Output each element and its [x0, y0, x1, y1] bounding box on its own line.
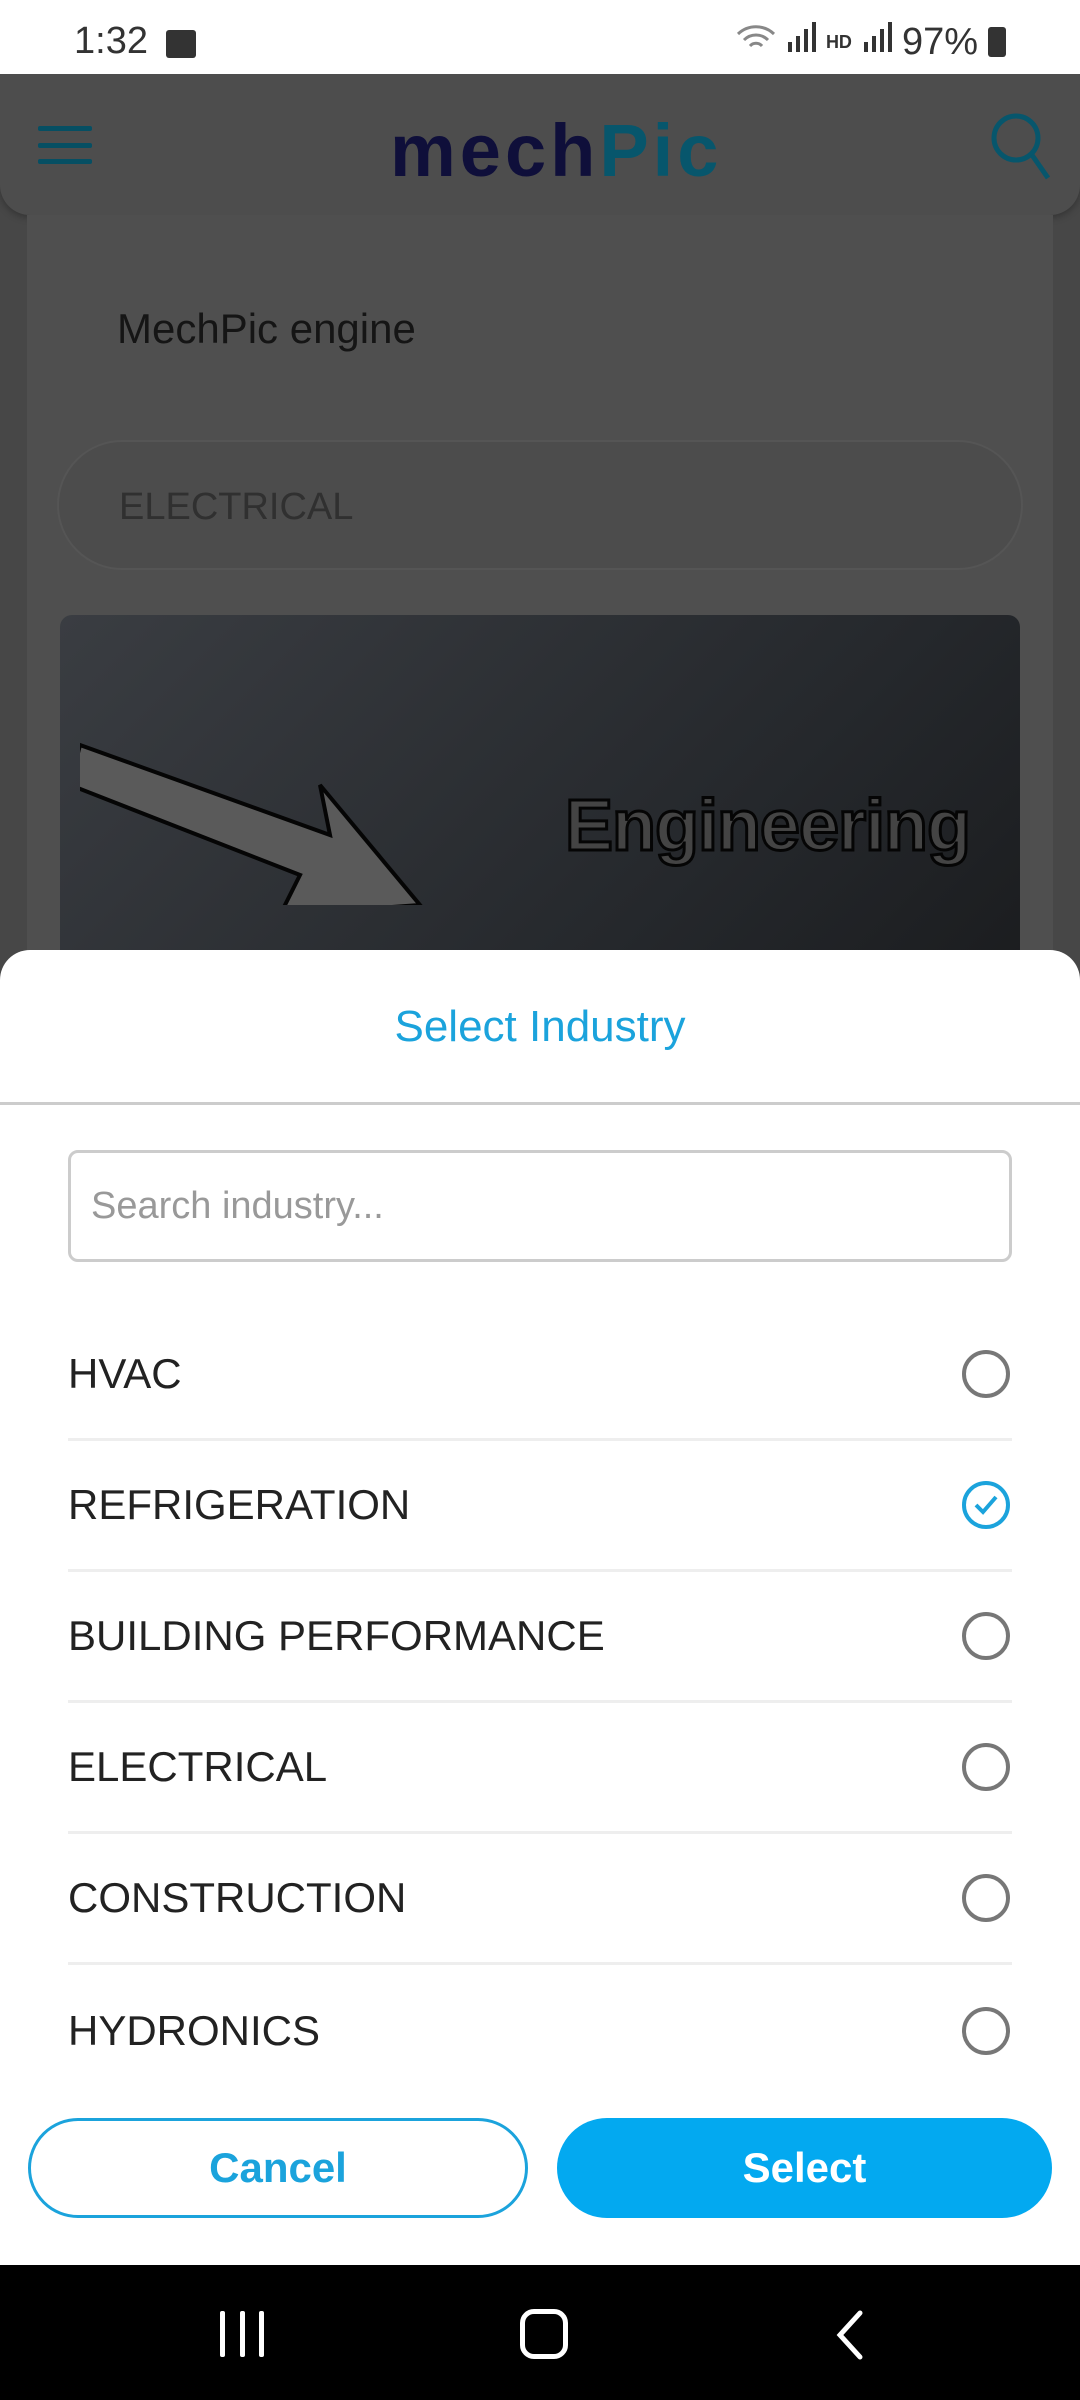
industry-option[interactable]: ELECTRICAL — [68, 1703, 1012, 1834]
option-label: REFRIGERATION — [68, 1481, 411, 1528]
divider — [0, 1102, 1080, 1105]
app-header: mechPic — [0, 74, 1080, 215]
logo-part-1: mech — [390, 109, 600, 192]
industry-option[interactable]: BUILDING PERFORMANCE — [68, 1572, 1012, 1703]
option-label: HYDRONICS — [68, 2006, 321, 2054]
radio-unchecked-icon[interactable] — [962, 1350, 1010, 1398]
industry-option[interactable]: REFRIGERATION — [68, 1441, 1012, 1572]
system-nav-bar — [0, 2265, 1080, 2400]
option-label: CONSTRUCTION — [68, 1874, 407, 1921]
select-button[interactable]: Select — [557, 2118, 1052, 2218]
logo-part-2: Pic — [599, 109, 723, 192]
app-logo: mechPic — [390, 108, 722, 193]
cancel-button[interactable]: Cancel — [28, 2118, 528, 2218]
card-title: MechPic engine — [117, 305, 416, 352]
network-type-label: HD — [825, 31, 852, 52]
radio-checked-icon[interactable] — [962, 1481, 1010, 1529]
status-time: 1:32 — [74, 20, 148, 62]
industry-list: HVAC REFRIGERATION BUILDING PERFORMANCE ELE… — [68, 1310, 1012, 2096]
radio-unchecked-icon[interactable] — [962, 1743, 1010, 1791]
industry-dropdown[interactable]: ELECTRICAL — [57, 440, 1023, 570]
search-industry-input[interactable] — [68, 1150, 1012, 1262]
option-label: ELECTRICAL — [68, 1743, 328, 1790]
search-icon[interactable] — [990, 110, 1051, 180]
option-label: HVAC — [68, 1350, 182, 1397]
recent-apps-icon[interactable] — [220, 2311, 264, 2357]
menu-icon[interactable] — [38, 126, 92, 164]
option-label: BUILDING PERFORMANCE — [68, 1612, 605, 1659]
arrow-graphic — [80, 742, 423, 905]
battery-level: 97% — [901, 20, 978, 63]
home-icon[interactable] — [520, 2309, 568, 2359]
gallery-notification-icon — [166, 30, 196, 58]
hero-text: Engineering — [563, 785, 972, 868]
status-bar: 1:32 HD 97% — [0, 0, 1080, 74]
industry-option[interactable]: HVAC — [68, 1310, 1012, 1441]
radio-unchecked-icon[interactable] — [962, 1874, 1010, 1922]
back-icon[interactable] — [830, 2309, 870, 2361]
radio-unchecked-icon[interactable] — [962, 2006, 1010, 2055]
industry-option[interactable]: CONSTRUCTION — [68, 1834, 1012, 1965]
sheet-title: Select Industry — [394, 1002, 686, 1051]
select-industry-sheet: Select Industry HVAC REFRIGERATION BUILDIN… — [0, 950, 1080, 2265]
battery-charging-icon — [988, 27, 1006, 57]
wifi-icon — [736, 21, 776, 64]
signal-icon-2 — [862, 20, 892, 64]
radio-unchecked-icon[interactable] — [962, 1612, 1010, 1660]
industry-option[interactable]: HYDRONICS — [68, 1965, 1012, 2096]
signal-icon — [786, 20, 816, 64]
